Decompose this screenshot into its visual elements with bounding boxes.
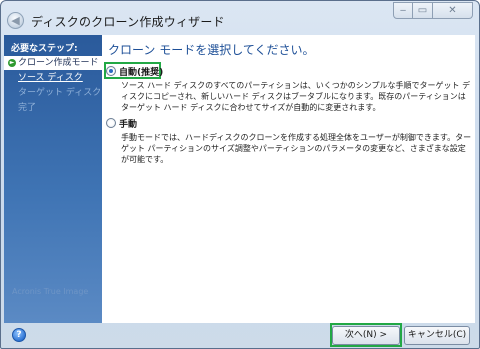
help-icon[interactable]: ? bbox=[12, 328, 26, 342]
wizard-footer: ? 次へ(N) > キャンセル(C) bbox=[4, 323, 476, 348]
product-watermark: Acronis True Image bbox=[12, 287, 89, 296]
manual-radio[interactable] bbox=[106, 118, 116, 128]
wizard-window: ◀ ディスクのクローン作成ウィザード ‒ ▭ ✕ 必要なステップ: ► クローン… bbox=[0, 0, 480, 349]
sidebar-item-clone-mode[interactable]: ► クローン作成モード bbox=[4, 56, 102, 70]
back-arrow-icon[interactable]: ◀ bbox=[7, 12, 24, 29]
minimize-button[interactable]: ‒ bbox=[393, 2, 413, 19]
window-title: ディスクのクローン作成ウィザード bbox=[31, 15, 225, 29]
maximize-button[interactable]: ▭ bbox=[413, 2, 433, 19]
steps-header: 必要なステップ: bbox=[11, 44, 78, 54]
page-heading: クローン モードを選択してください。 bbox=[108, 43, 315, 57]
automatic-description: ソース ハード ディスクのすべてのパーティションは、いくつかのシンプルな手順でタ… bbox=[121, 81, 471, 112]
manual-label[interactable]: 手動 bbox=[119, 117, 137, 130]
manual-description: 手動モードでは、ハードディスクのクローンを作成する処理全体をユーザーが制御できま… bbox=[121, 133, 472, 164]
cancel-button[interactable]: キャンセル(C) bbox=[404, 326, 470, 345]
sidebar-item-source-disk[interactable]: ソース ディスク bbox=[4, 71, 102, 85]
close-button[interactable]: ✕ bbox=[433, 2, 473, 19]
main-panel: クローン モードを選択してください。 自動(推奨) ソース ハード ディスクのす… bbox=[102, 35, 475, 323]
automatic-label[interactable]: 自動(推奨) bbox=[119, 65, 163, 78]
automatic-mode-option[interactable]: 自動(推奨) bbox=[106, 64, 163, 78]
sidebar-item-finish: 完了 bbox=[18, 103, 37, 113]
title-bar: ◀ ディスクのクローン作成ウィザード ‒ ▭ ✕ bbox=[1, 1, 479, 35]
steps-sidebar: 必要なステップ: ► クローン作成モード ソース ディスク ターゲット ディスク… bbox=[4, 35, 102, 323]
current-step-arrow-icon: ► bbox=[8, 59, 16, 67]
window-controls: ‒ ▭ ✕ bbox=[393, 2, 473, 19]
sidebar-item-target-disk: ターゲット ディスク bbox=[18, 88, 102, 98]
automatic-radio[interactable] bbox=[106, 66, 116, 76]
manual-mode-option[interactable]: 手動 bbox=[106, 116, 137, 130]
sidebar-item-label: クローン作成モード bbox=[18, 58, 99, 68]
next-button[interactable]: 次へ(N) > bbox=[332, 326, 400, 345]
